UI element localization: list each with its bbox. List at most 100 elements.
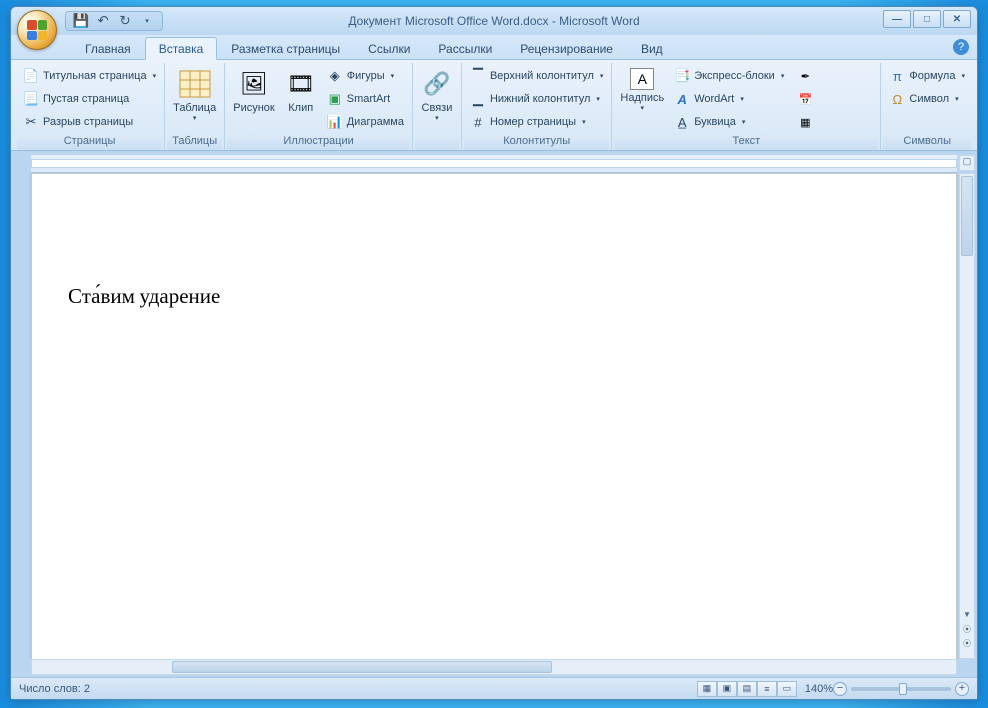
- next-page-icon[interactable]: ⦿: [960, 638, 974, 652]
- prev-page-icon[interactable]: ⦿: [960, 624, 974, 638]
- textbox-icon: A: [630, 68, 654, 90]
- cover-page-icon: 📄: [23, 68, 39, 84]
- datetime-button[interactable]: 📅: [794, 88, 816, 110]
- footer-icon: ▁: [470, 91, 486, 107]
- tab-references[interactable]: Ссылки: [354, 37, 424, 59]
- workspace: ▢ Ста́вим ударение ▲ ▼ ⦿ ⦿: [11, 151, 977, 677]
- group-headerfooter: ▔Верхний колонтитул▾ ▁Нижний колонтитул▾…: [462, 63, 612, 150]
- zoom-level[interactable]: 140%: [805, 683, 833, 695]
- group-label-illustrations: Иллюстрации: [227, 135, 410, 150]
- clip-button[interactable]: 🎞Клип: [281, 65, 321, 114]
- group-illustrations: 🖼Рисунок 🎞Клип ◈Фигуры▾ ▣SmartArt 📊Диагр…: [225, 63, 413, 150]
- group-symbols: πФормула▾ ΩСимвол▾ Символы: [881, 63, 973, 150]
- document-area[interactable]: Ста́вим ударение: [15, 173, 973, 659]
- qat-customize-icon[interactable]: ▾: [138, 12, 156, 30]
- pagenum-button[interactable]: #Номер страницы▾: [466, 111, 607, 133]
- quick-access-toolbar: 💾 ↶ ↻ ▾: [65, 11, 163, 31]
- links-button[interactable]: 🔗Связи▾: [417, 65, 457, 122]
- page[interactable]: Ста́вим ударение: [31, 173, 957, 659]
- table-button[interactable]: Таблица▾: [169, 65, 220, 122]
- tab-insert[interactable]: Вставка: [145, 37, 218, 60]
- blank-page-icon: 📃: [23, 91, 39, 107]
- page-break-icon: ✂: [23, 114, 39, 130]
- group-label-tables: Таблицы: [167, 135, 222, 150]
- symbol-icon: Ω: [889, 91, 905, 107]
- equation-button[interactable]: πФормула▾: [885, 65, 969, 87]
- help-icon[interactable]: ?: [953, 39, 969, 55]
- group-label-pages: Страницы: [17, 135, 162, 150]
- wordart-icon: A: [674, 91, 690, 107]
- redo-icon[interactable]: ↻: [116, 12, 134, 30]
- ribbon: 📄Титульная страница▾ 📃Пустая страница ✂Р…: [11, 59, 977, 151]
- view-print-layout[interactable]: ▦: [697, 681, 717, 697]
- hscroll-thumb[interactable]: [172, 661, 552, 673]
- object-button[interactable]: ▦: [794, 111, 816, 133]
- window-title: Документ Microsoft Office Word.docx - Mi…: [348, 14, 639, 28]
- ruler-toggle[interactable]: ▢: [959, 155, 975, 171]
- object-icon: ▦: [800, 116, 810, 129]
- equation-icon: π: [889, 68, 905, 84]
- shapes-button[interactable]: ◈Фигуры▾: [323, 65, 408, 87]
- office-button[interactable]: [17, 10, 57, 50]
- minimize-button[interactable]: —: [883, 10, 911, 28]
- vscroll-thumb[interactable]: [961, 176, 973, 256]
- zoom-in-button[interactable]: +: [955, 682, 969, 696]
- view-web[interactable]: ▤: [737, 681, 757, 697]
- header-button[interactable]: ▔Верхний колонтитул▾: [466, 65, 607, 87]
- group-label-text: Текст: [614, 135, 878, 150]
- quickparts-button[interactable]: 📑Экспресс-блоки▾: [670, 65, 788, 87]
- group-links: 🔗Связи▾: [413, 63, 462, 150]
- picture-button[interactable]: 🖼Рисунок: [229, 65, 279, 114]
- smartart-icon: ▣: [327, 91, 343, 107]
- links-icon: 🔗: [421, 68, 453, 100]
- tab-pagelayout[interactable]: Разметка страницы: [217, 37, 354, 59]
- close-button[interactable]: ✕: [943, 10, 971, 28]
- tab-view[interactable]: Вид: [627, 37, 677, 59]
- vertical-scrollbar[interactable]: ▲ ▼ ⦿ ⦿: [959, 173, 975, 659]
- horizontal-scrollbar[interactable]: [31, 659, 957, 675]
- document-body-text[interactable]: Ста́вим ударение: [68, 284, 920, 309]
- picture-icon: 🖼: [238, 68, 270, 100]
- zoom-thumb[interactable]: [899, 683, 907, 695]
- pagenum-icon: #: [470, 114, 486, 130]
- wordcount-label[interactable]: Число слов:: [19, 683, 81, 695]
- quickparts-icon: 📑: [674, 68, 690, 84]
- footer-button[interactable]: ▁Нижний колонтитул▾: [466, 88, 607, 110]
- wordart-button[interactable]: AWordArt▾: [670, 88, 788, 110]
- statusbar: Число слов: 2 ▦ ▣ ▤ ≡ ▭ 140% − +: [11, 677, 977, 699]
- table-icon: [179, 68, 211, 100]
- symbol-button[interactable]: ΩСимвол▾: [885, 88, 969, 110]
- zoom-slider[interactable]: [851, 687, 951, 691]
- undo-icon[interactable]: ↶: [94, 12, 112, 30]
- maximize-button[interactable]: □: [913, 10, 941, 28]
- textbox-button[interactable]: AНадпись▾: [616, 65, 668, 112]
- chart-button[interactable]: 📊Диаграмма: [323, 111, 408, 133]
- tab-review[interactable]: Рецензирование: [506, 37, 627, 59]
- tab-mailings[interactable]: Рассылки: [424, 37, 506, 59]
- view-fullscreen[interactable]: ▣: [717, 681, 737, 697]
- app-window: 💾 ↶ ↻ ▾ Документ Microsoft Office Word.d…: [10, 6, 978, 700]
- signature-line-button[interactable]: ✒: [794, 65, 816, 87]
- horizontal-ruler[interactable]: [31, 155, 957, 173]
- cover-page-button[interactable]: 📄Титульная страница▾: [19, 65, 160, 87]
- shapes-icon: ◈: [327, 68, 343, 84]
- tab-home[interactable]: Главная: [71, 37, 145, 59]
- blank-page-button[interactable]: 📃Пустая страница: [19, 88, 160, 110]
- dropcap-button[interactable]: A̲Буквица▾: [670, 111, 788, 133]
- chart-icon: 📊: [327, 114, 343, 130]
- dropcap-icon: A̲: [674, 114, 690, 130]
- wordcount-value[interactable]: 2: [84, 683, 90, 695]
- datetime-icon: 📅: [798, 93, 812, 106]
- group-text: AНадпись▾ 📑Экспресс-блоки▾ AWordArt▾ A̲Б…: [612, 63, 881, 150]
- zoom-out-button[interactable]: −: [833, 682, 847, 696]
- page-break-button[interactable]: ✂Разрыв страницы: [19, 111, 160, 133]
- ribbon-tabs: Главная Вставка Разметка страницы Ссылки…: [11, 35, 977, 59]
- view-outline[interactable]: ≡: [757, 681, 777, 697]
- scroll-down-icon[interactable]: ▼: [960, 610, 974, 624]
- group-pages: 📄Титульная страница▾ 📃Пустая страница ✂Р…: [15, 63, 165, 150]
- view-draft[interactable]: ▭: [777, 681, 797, 697]
- clip-icon: 🎞: [285, 68, 317, 100]
- save-icon[interactable]: 💾: [72, 12, 90, 30]
- group-label-symbols: Символы: [883, 135, 971, 150]
- smartart-button[interactable]: ▣SmartArt: [323, 88, 408, 110]
